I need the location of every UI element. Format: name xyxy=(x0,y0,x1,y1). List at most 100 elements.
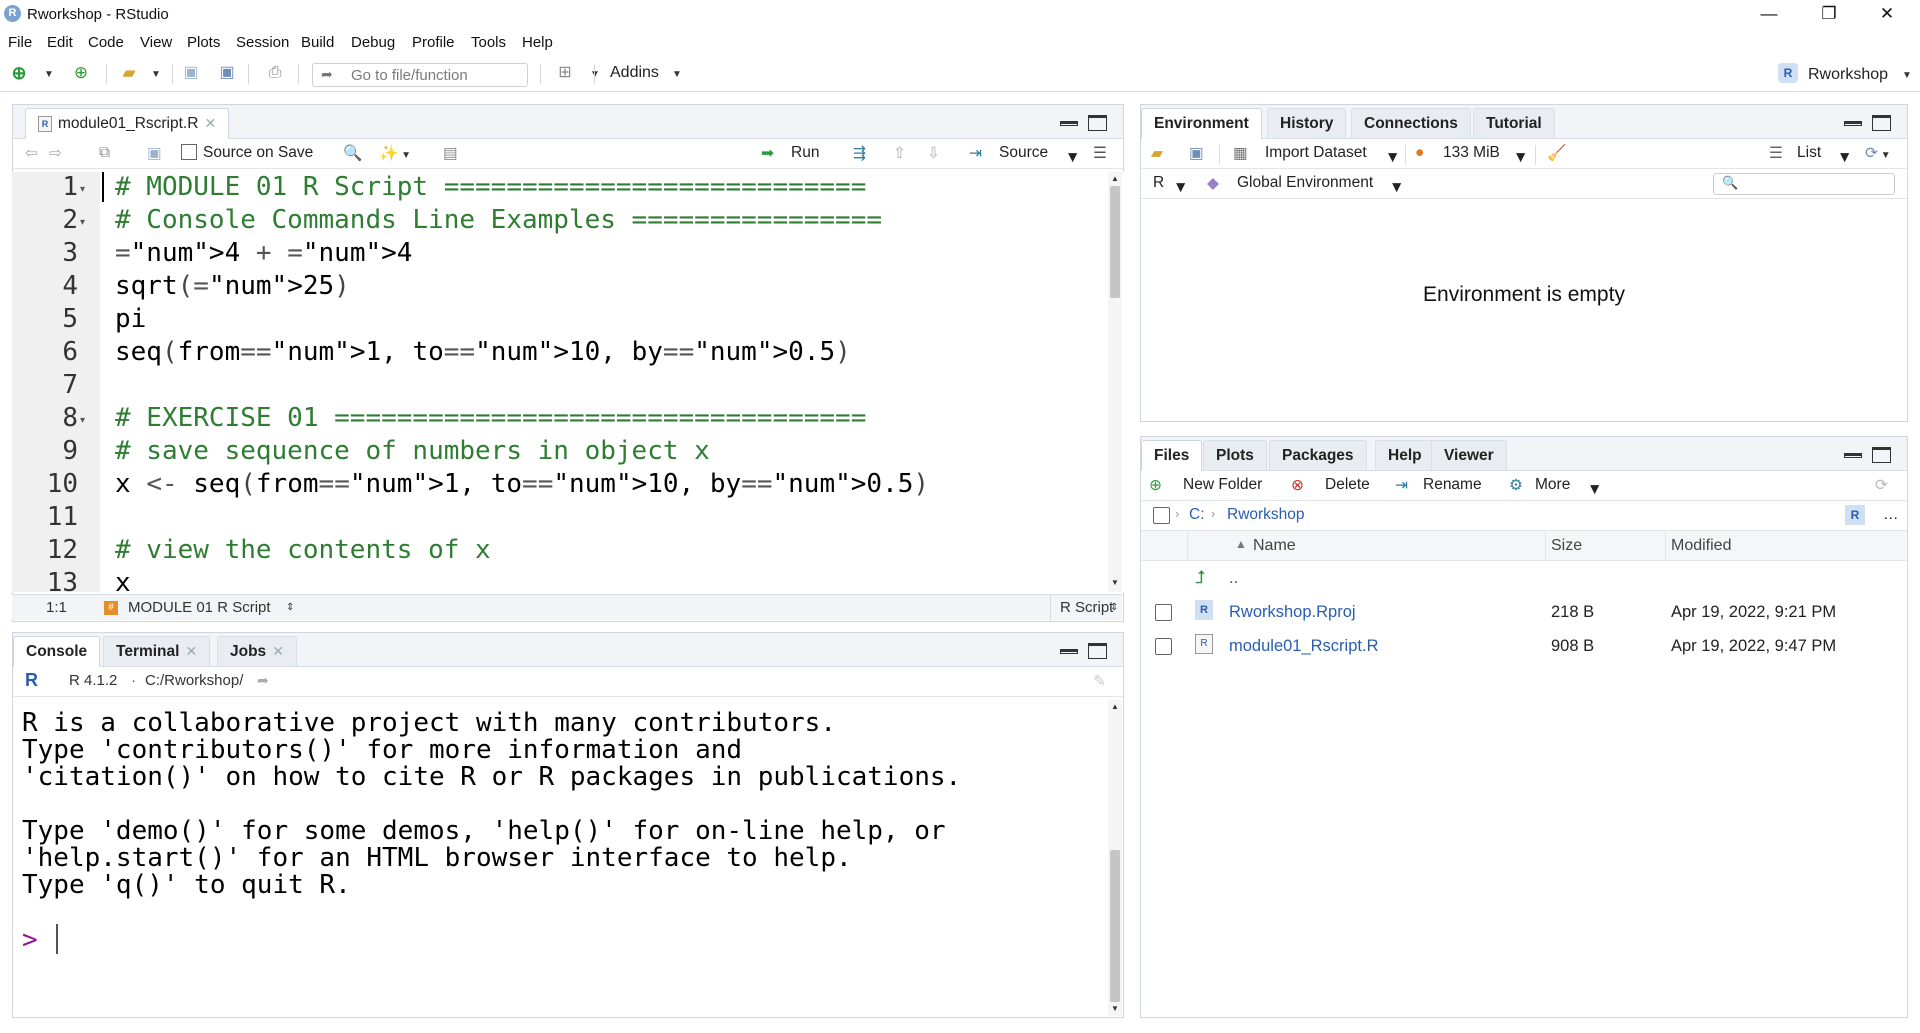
tab-viewer[interactable]: Viewer xyxy=(1431,440,1507,471)
tab-module01-rscript[interactable]: Rmodule01_Rscript.R ✕ xyxy=(25,108,230,139)
column-size[interactable]: Size xyxy=(1551,537,1582,555)
tab-history[interactable]: History xyxy=(1267,108,1347,139)
tab-files[interactable]: Files xyxy=(1141,440,1203,471)
refresh-environment-icon[interactable]: ⟳ ▼ xyxy=(1865,144,1891,163)
tab-help[interactable]: Help xyxy=(1375,440,1435,471)
scroll-down-icon[interactable]: ▼ xyxy=(1111,578,1119,587)
language-selector[interactable]: R xyxy=(1153,174,1164,192)
editor-scrollbar[interactable]: ▲ ▼ xyxy=(1108,172,1122,592)
menu-session[interactable]: Session xyxy=(236,34,289,51)
goto-file-function-input[interactable]: ➦ Go to file/function xyxy=(312,63,528,87)
clear-workspace-broom-icon[interactable]: 🧹 xyxy=(1547,144,1566,163)
code-tools-wand-icon[interactable]: ✨ ▼ xyxy=(379,144,411,163)
open-file-dropdown-icon[interactable]: ▼ xyxy=(145,63,167,83)
go-to-directory-icon[interactable]: ➦ xyxy=(257,672,269,689)
menu-debug[interactable]: Debug xyxy=(351,34,395,51)
close-jobs-icon[interactable]: ✕ xyxy=(272,643,284,659)
print-icon[interactable]: ⎙ xyxy=(264,63,286,83)
menu-help[interactable]: Help xyxy=(522,34,553,51)
source-on-save-checkbox[interactable]: Source on Save xyxy=(181,144,313,162)
new-project-icon[interactable]: ⊕ xyxy=(70,63,92,83)
select-all-checkbox[interactable] xyxy=(1153,507,1170,524)
menu-file[interactable]: File xyxy=(8,34,32,51)
menu-view[interactable]: View xyxy=(140,34,172,51)
clear-console-icon[interactable]: ✎ xyxy=(1093,672,1106,691)
project-menu[interactable]: Rworkshop xyxy=(1808,66,1888,84)
menu-plots[interactable]: Plots xyxy=(187,34,220,51)
file-row[interactable]: R Rworkshop.Rproj 218 B Apr 19, 2022, 9:… xyxy=(1141,595,1907,629)
fold-toggle-icon[interactable]: ▾ xyxy=(80,217,85,228)
close-window-button[interactable]: ✕ xyxy=(1858,0,1916,30)
show-in-window-icon[interactable]: ⧉ xyxy=(99,144,110,162)
breadcrumb-root[interactable]: C: xyxy=(1189,506,1205,524)
fold-toggle-icon[interactable]: ▾ xyxy=(80,184,85,195)
tab-plots[interactable]: Plots xyxy=(1203,440,1267,471)
environment-search-input[interactable]: 🔍 xyxy=(1713,173,1895,195)
console-scrollbar[interactable]: ▲ ▼ xyxy=(1108,700,1122,1016)
column-modified[interactable]: Modified xyxy=(1671,537,1731,555)
save-all-icon[interactable]: ▣ xyxy=(216,63,238,83)
save-workspace-icon[interactable]: ▣ xyxy=(1189,144,1204,163)
run-button[interactable]: Run xyxy=(791,144,819,162)
section-updown-icon[interactable]: ⇕ xyxy=(286,602,294,613)
document-outline-icon[interactable]: ☰ xyxy=(1093,144,1107,163)
menu-build[interactable]: Build xyxy=(301,34,334,51)
addins-dropdown-icon[interactable]: ▼ xyxy=(672,69,682,80)
more-dropdown-icon[interactable]: ▼ xyxy=(1587,481,1602,499)
file-checkbox[interactable] xyxy=(1155,638,1172,655)
file-row[interactable]: R module01_Rscript.R 908 B Apr 19, 2022,… xyxy=(1141,629,1907,663)
more-path-icon[interactable]: … xyxy=(1883,506,1899,524)
go-down-icon[interactable]: ⇩ xyxy=(927,144,940,163)
menu-code[interactable]: Code xyxy=(88,34,124,51)
source-dropdown-icon[interactable]: ▼ xyxy=(1065,149,1080,167)
console-scroll-down-icon[interactable]: ▼ xyxy=(1111,1004,1119,1013)
editor-scroll-thumb[interactable] xyxy=(1110,186,1120,298)
tab-connections[interactable]: Connections xyxy=(1351,108,1471,139)
load-workspace-icon[interactable]: ▰ xyxy=(1151,144,1163,163)
go-to-project-dir-icon[interactable]: R xyxy=(1845,505,1865,525)
code-editor[interactable]: 1 ▾ # MODULE 01 R Script =================… xyxy=(12,172,1126,592)
addins-menu[interactable]: Addins xyxy=(610,64,659,82)
console-scroll-up-icon[interactable]: ▲ xyxy=(1111,702,1119,711)
tab-console[interactable]: Console xyxy=(13,636,101,667)
new-file-dropdown-icon[interactable]: ▼ xyxy=(38,63,60,83)
workspace-panes-dropdown-icon[interactable]: ▼ xyxy=(584,63,606,83)
new-file-icon[interactable]: ⊕ xyxy=(8,63,30,83)
compile-report-icon[interactable]: ▤ xyxy=(443,144,458,163)
delete-button[interactable]: Delete xyxy=(1325,476,1370,494)
rename-button[interactable]: Rename xyxy=(1423,476,1482,494)
memory-usage[interactable]: 133 MiB xyxy=(1443,144,1500,162)
go-up-icon[interactable]: ⇧ xyxy=(893,144,906,163)
tab-jobs[interactable]: Jobs ✕ xyxy=(217,636,297,667)
close-tab-icon[interactable]: ✕ xyxy=(204,115,216,131)
minimize-window-button[interactable]: — xyxy=(1740,0,1798,30)
more-button[interactable]: More xyxy=(1535,476,1570,494)
open-file-icon[interactable]: ▰ xyxy=(118,63,140,83)
environment-scope-dropdown-icon[interactable]: ▼ xyxy=(1389,179,1404,197)
back-icon[interactable]: ⇦ xyxy=(25,144,38,163)
file-name-link[interactable]: module01_Rscript.R xyxy=(1229,637,1378,656)
menu-edit[interactable]: Edit xyxy=(47,34,73,51)
import-dataset-button[interactable]: Import Dataset xyxy=(1265,144,1367,162)
source-pane-minmax[interactable] xyxy=(1060,114,1107,132)
source-button[interactable]: Source xyxy=(999,144,1048,162)
console-pane-minmax[interactable] xyxy=(1060,642,1107,660)
forward-icon[interactable]: ⇨ xyxy=(49,144,62,163)
tab-environment[interactable]: Environment xyxy=(1141,108,1262,139)
files-pane-minmax[interactable] xyxy=(1844,446,1891,464)
section-navigator[interactable]: MODULE 01 R Script xyxy=(128,599,271,616)
environment-scope-selector[interactable]: Global Environment xyxy=(1237,174,1373,192)
find-replace-icon[interactable]: 🔍 xyxy=(343,144,362,163)
file-name-link[interactable]: Rworkshop.Rproj xyxy=(1229,603,1356,622)
restore-window-button[interactable]: ❐ xyxy=(1800,0,1858,30)
parent-directory-row[interactable]: ⮥ .. xyxy=(1141,561,1907,595)
menu-tools[interactable]: Tools xyxy=(471,34,506,51)
file-type-updown-icon[interactable]: ⇕ xyxy=(1110,602,1118,613)
column-name[interactable]: Name xyxy=(1253,537,1296,555)
close-terminal-icon[interactable]: ✕ xyxy=(185,643,197,659)
tab-tutorial[interactable]: Tutorial xyxy=(1473,108,1555,139)
view-mode-dropdown-icon[interactable]: ▼ xyxy=(1837,149,1852,167)
menu-profile[interactable]: Profile xyxy=(412,34,455,51)
file-checkbox[interactable] xyxy=(1155,604,1172,621)
scroll-up-icon[interactable]: ▲ xyxy=(1111,174,1119,183)
